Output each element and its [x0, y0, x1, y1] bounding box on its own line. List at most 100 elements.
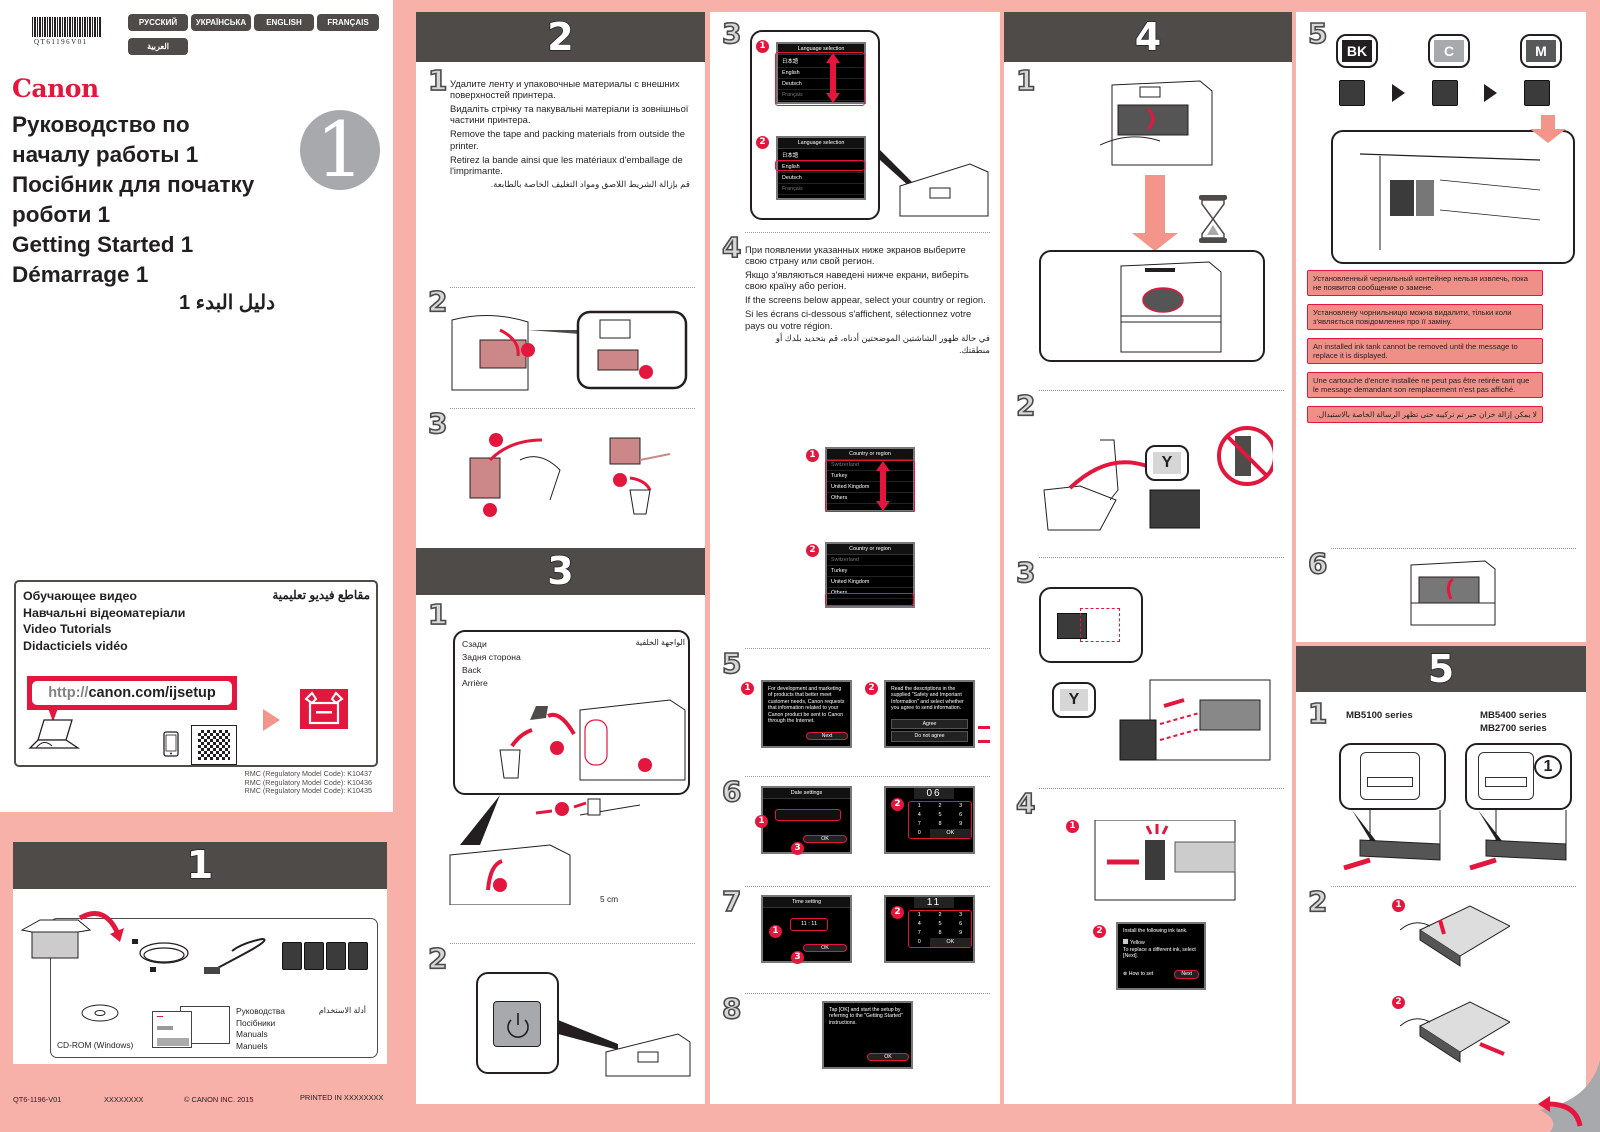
agree-button[interactable]: Agree	[891, 719, 968, 730]
qr-code[interactable]	[191, 725, 237, 765]
divider	[1039, 788, 1284, 789]
key[interactable]: 9	[950, 820, 971, 829]
ink-tank-bk	[1339, 80, 1365, 106]
key[interactable]: 8	[930, 929, 951, 938]
keypad[interactable]: 123 456 789 0 OK	[908, 910, 972, 948]
section-4-header: 4	[1004, 12, 1292, 62]
country-option[interactable]: Switzerland	[827, 555, 913, 566]
key[interactable]: 8	[930, 820, 951, 829]
press-tank-illustration	[1094, 820, 1236, 901]
language-option[interactable]: Deutsch	[778, 173, 864, 184]
instruction-ar: في حالة ظهور الشاشتين الموضحتين أدناه، ق…	[775, 333, 990, 355]
ok-label: OK	[821, 945, 829, 951]
key-ok[interactable]: OK	[929, 938, 971, 947]
barcode	[32, 17, 102, 37]
distance-label: 5 cm	[600, 894, 619, 904]
ok-button[interactable]: OK	[867, 1053, 909, 1062]
step-2-1-text: Удалите ленту и упаковочные материалы с …	[450, 78, 690, 193]
key[interactable]: 0	[909, 938, 930, 947]
key[interactable]: 9	[950, 929, 971, 938]
ink-name: Yellow	[1130, 939, 1145, 946]
ok-button[interactable]: OK	[803, 944, 847, 952]
key[interactable]: 4	[909, 920, 930, 929]
ok-button[interactable]: OK	[803, 835, 847, 843]
hour-field[interactable]: 11	[801, 921, 807, 927]
key-ok[interactable]: OK	[929, 829, 971, 838]
marker-1: 1	[755, 815, 768, 828]
instruction-ru: При появлении указанных ниже экранов выб…	[745, 244, 966, 267]
cd-rom-icon	[81, 1004, 119, 1022]
arrow-right-icon	[1484, 84, 1497, 102]
tank-label: C	[1434, 40, 1464, 62]
time-fields[interactable]: 11 : 11	[790, 918, 828, 931]
marker-2: 2	[1093, 925, 1106, 938]
lang-button-ukrainian[interactable]: УКРАЇНСЬКА	[191, 14, 251, 31]
next-button[interactable]: Next	[1174, 970, 1199, 979]
arrow-left-icon	[978, 726, 990, 729]
country-option[interactable]: Turkey	[827, 566, 913, 577]
manuals-labels: Руководства Посібники Manuals Manuels	[236, 1006, 285, 1052]
keypad[interactable]: 123 456 789 0 OK	[908, 801, 972, 839]
url-field[interactable]: http://canon.com/ijsetup	[32, 681, 232, 705]
arrow-right-icon	[263, 709, 280, 731]
sheet-number-badge: 1	[300, 110, 380, 190]
phone-cable-icon	[132, 939, 189, 972]
minute-field[interactable]: 11	[811, 921, 817, 927]
key[interactable]: 6	[950, 811, 971, 820]
pull-cassette-illustration-b	[1469, 810, 1567, 870]
key[interactable]: 4	[909, 811, 930, 820]
country-option[interactable]: United Kingdom	[827, 577, 913, 588]
title-line: Démarrage 1	[12, 262, 149, 287]
key[interactable]: 3	[950, 802, 971, 811]
key[interactable]: 3	[950, 911, 971, 920]
video-title-line: Video Tutorials	[23, 622, 112, 636]
down-arrow-icon	[1541, 115, 1555, 129]
language-option[interactable]: Français	[778, 184, 864, 195]
marker-2: 2	[865, 682, 878, 695]
warning-en: An installed ink tank cannot be removed …	[1307, 338, 1543, 364]
disagree-label: Do not agree	[914, 733, 945, 740]
rmc-line: RMC (Regulatory Model Code): K10435	[244, 786, 372, 795]
key[interactable]: 1	[909, 802, 930, 811]
key[interactable]: 7	[909, 820, 930, 829]
key[interactable]: 2	[930, 911, 951, 920]
step-number: 3	[427, 407, 448, 440]
footer-copyright: © CANON INC. 2015	[184, 1095, 254, 1104]
remove-packing-illustration	[451, 310, 688, 391]
step-number: 5	[1307, 17, 1328, 50]
key[interactable]: 6	[950, 920, 971, 929]
key[interactable]: 0	[909, 829, 930, 838]
footer-code: QT6-1196-V01	[13, 1095, 62, 1104]
screen-title: Country or region	[827, 544, 913, 555]
printer-panel-illustration	[880, 150, 989, 217]
yellow-row: Yellow	[1123, 938, 1199, 947]
step-number: 8	[721, 992, 742, 1025]
next-label: Next	[1181, 971, 1192, 978]
tap-highlight	[825, 593, 914, 606]
yellow-swatch	[1123, 938, 1128, 944]
manuals-label: Manuels	[236, 1040, 268, 1051]
next-button[interactable]: Next	[806, 732, 848, 741]
remove-protective-material-illustration	[469, 433, 671, 517]
scroll-arrow-icon	[876, 461, 890, 511]
lang-button-english[interactable]: ENGLISH	[254, 14, 314, 31]
lang-button-arabic[interactable]: العربية	[128, 38, 188, 55]
date-fields[interactable]	[775, 809, 841, 821]
key[interactable]: 1	[909, 911, 930, 920]
instruction-en: If the screens below appear, select your…	[745, 294, 986, 306]
printer-panel-illustration	[558, 1020, 691, 1077]
instruction-fr: Si les écrans ci-dessous s'affichent, sé…	[745, 308, 972, 331]
power-button[interactable]	[493, 1001, 541, 1047]
key[interactable]: 5	[930, 920, 951, 929]
divider	[450, 408, 695, 409]
lang-button-french[interactable]: FRANÇAIS	[317, 14, 379, 31]
carriage-moving-illustration	[1120, 261, 1222, 353]
how-to-set-link[interactable]: ⊗ How to set	[1123, 971, 1153, 978]
title-arabic: دليل البدء 1	[178, 292, 275, 314]
key[interactable]: 5	[930, 811, 951, 820]
lang-button-russian[interactable]: РУССКИЙ	[128, 14, 188, 31]
key[interactable]: 2	[930, 802, 951, 811]
key[interactable]: 7	[909, 929, 930, 938]
printer-mb5400-illustration	[1478, 752, 1534, 800]
disagree-button[interactable]: Do not agree	[891, 731, 968, 742]
